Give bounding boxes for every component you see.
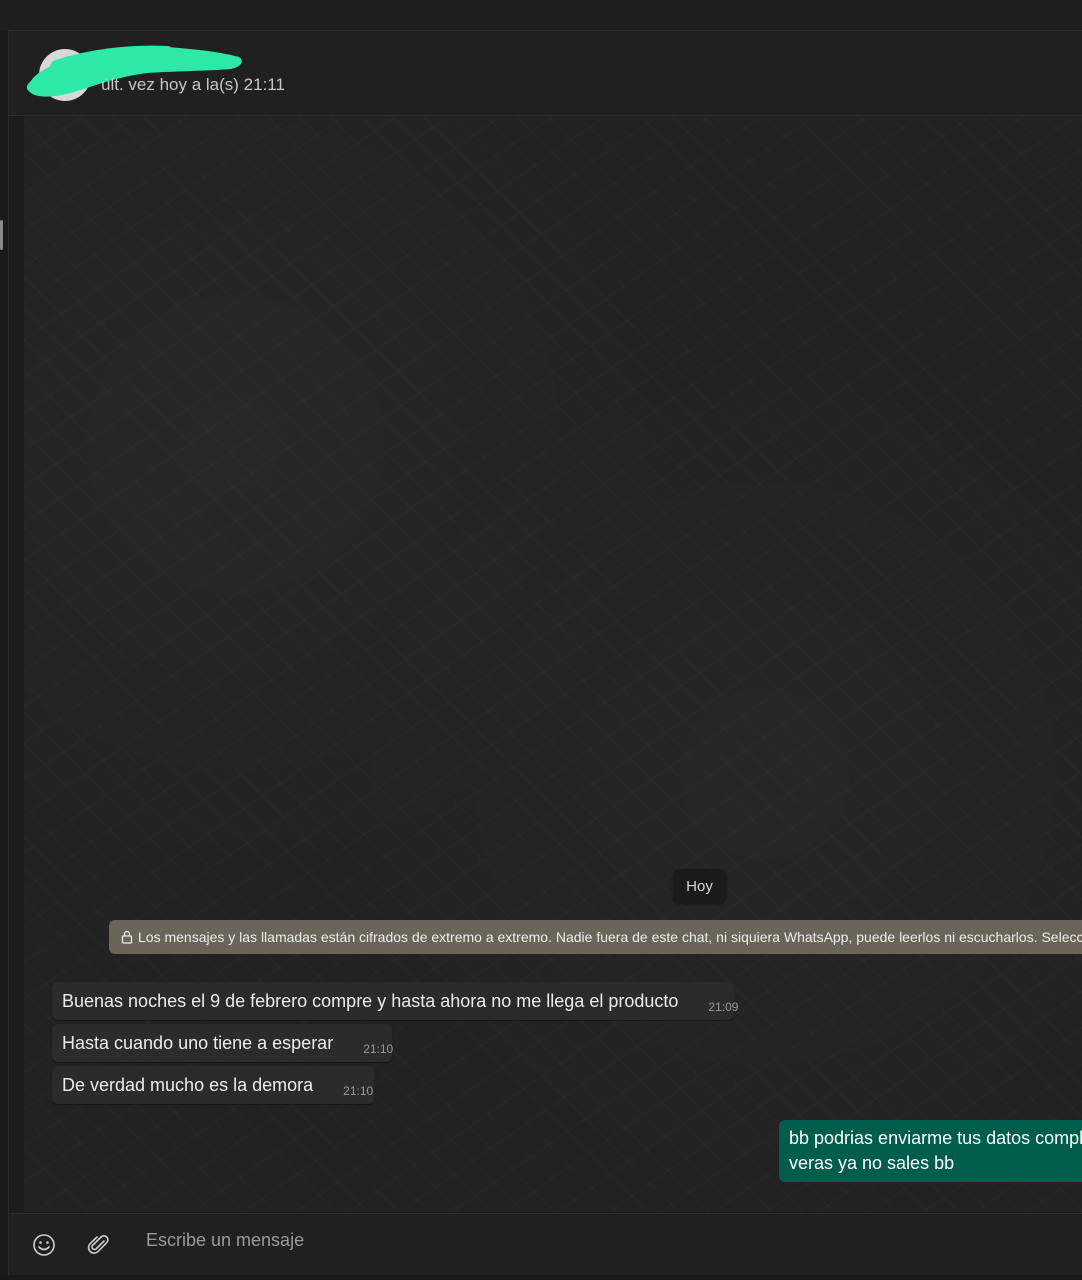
outgoing-message-line: veras ya no sales bb xyxy=(789,1153,955,1173)
message-text: Hasta cuando uno tiene a esperar xyxy=(62,1032,334,1053)
message-text: De verdad mucho es la demora xyxy=(62,1074,314,1095)
scroll-marker[interactable] xyxy=(0,220,3,250)
message-time: 21:09 xyxy=(708,1000,739,1014)
left-pane-edge xyxy=(0,30,9,1280)
window-bottom-edge xyxy=(0,1275,1082,1280)
chat-header[interactable]: últ. vez hoy a la(s) 21:11 xyxy=(9,31,1082,116)
encryption-notice[interactable]: Los mensajes y las llamadas están cifrad… xyxy=(109,920,1082,954)
paperclip-icon[interactable] xyxy=(86,1232,112,1258)
message-text: Buenas noches el 9 de febrero compre y h… xyxy=(62,990,679,1011)
compose-bar: Escribe un mensaje xyxy=(9,1213,1082,1276)
encryption-notice-text: Los mensajes y las llamadas están cifrad… xyxy=(138,929,1082,945)
message-time: 21:10 xyxy=(343,1084,374,1098)
whatsapp-window: últ. vez hoy a la(s) 21:11 Hoy Los mensa… xyxy=(0,0,1082,1280)
incoming-message[interactable]: De verdad mucho es la demora 21:10 xyxy=(52,1066,374,1104)
lock-icon xyxy=(121,930,133,944)
incoming-message[interactable]: Buenas noches el 9 de febrero compre y h… xyxy=(52,982,738,1020)
date-separator: Hoy xyxy=(673,869,726,903)
title-bar xyxy=(0,0,1082,31)
outgoing-message[interactable]: bb podrias enviarme tus datos comple ver… xyxy=(779,1120,1082,1182)
outgoing-message-line: bb podrias enviarme tus datos comple xyxy=(789,1128,1082,1148)
contact-last-seen: últ. vez hoy a la(s) 21:11 xyxy=(101,75,285,94)
message-time: 21:10 xyxy=(363,1042,394,1056)
emoji-icon[interactable] xyxy=(31,1232,57,1258)
incoming-message[interactable]: Hasta cuando uno tiene a esperar 21:10 xyxy=(52,1024,394,1062)
message-input[interactable]: Escribe un mensaje xyxy=(146,1230,304,1251)
